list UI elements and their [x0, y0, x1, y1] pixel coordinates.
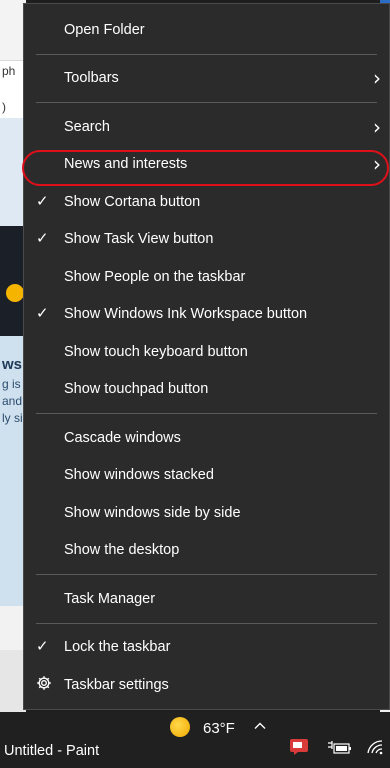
menu-item-label: Show windows side by side — [64, 505, 241, 521]
menu-separator — [36, 623, 377, 624]
menu-item-label: Show the desktop — [64, 542, 180, 558]
menu-item-lock-the-taskbar[interactable]: ✓ Lock the taskbar — [24, 632, 389, 664]
menu-item-show-task-view-button[interactable]: ✓ Show Task View button — [24, 224, 389, 256]
checkmark-icon: ✓ — [36, 305, 49, 322]
menu-item-label: Show windows stacked — [64, 467, 214, 483]
checkmark-icon: ✓ — [36, 193, 49, 210]
highlight-annotation — [22, 150, 389, 186]
chevron-right-icon: › — [373, 115, 381, 139]
checkmark-icon: ✓ — [36, 638, 49, 655]
sun-icon[interactable] — [170, 717, 190, 737]
menu-item-cascade-windows[interactable]: Cascade windows — [24, 423, 389, 455]
menu-item-label: Show touch keyboard button — [64, 344, 248, 360]
menu-item-label: Task Manager — [64, 591, 156, 607]
taskbar: Untitled - Paint 63°F — [0, 712, 390, 768]
background-line: and — [2, 394, 23, 408]
weather-temperature[interactable]: 63°F — [203, 720, 235, 737]
menu-item-show-people[interactable]: Show People on the taskbar — [24, 262, 389, 294]
menu-item-label: Show Windows Ink Workspace button — [64, 306, 308, 322]
menu-item-label: Show Task View button — [64, 231, 214, 247]
menu-item-label: Show touchpad button — [64, 381, 209, 397]
message-icon[interactable] — [289, 738, 309, 756]
chevron-right-icon: › — [373, 66, 381, 90]
menu-item-label: Show Cortana button — [64, 194, 201, 210]
checkmark-icon: ✓ — [36, 230, 49, 247]
menu-item-show-windows-side-by-side[interactable]: Show windows side by side — [24, 498, 389, 530]
menu-item-label: Cascade windows — [64, 430, 181, 446]
battery-charging-icon[interactable] — [326, 740, 352, 756]
background-lines: g is and ly si — [2, 376, 23, 427]
background-line: ly si — [2, 411, 23, 425]
taskbar-app-paint[interactable]: Untitled - Paint — [4, 743, 99, 759]
menu-separator — [36, 413, 377, 414]
menu-item-search[interactable]: Search › — [24, 112, 389, 144]
taskbar-context-menu: Open Folder Toolbars › Search › News and… — [22, 3, 390, 710]
wifi-icon[interactable] — [366, 738, 386, 756]
menu-item-show-windows-ink-workspace[interactable]: ✓ Show Windows Ink Workspace button — [24, 299, 389, 331]
gear-icon — [37, 676, 51, 690]
background-text-fragment: ) — [2, 100, 6, 114]
menu-separator — [36, 102, 377, 103]
background-text-fragment: ph — [2, 64, 16, 78]
menu-item-label: Open Folder — [64, 22, 145, 38]
menu-item-show-touchpad[interactable]: Show touchpad button — [24, 374, 389, 406]
menu-item-label: Toolbars — [64, 70, 119, 86]
menu-item-label: Taskbar settings — [64, 677, 169, 693]
menu-separator — [36, 54, 377, 55]
menu-item-task-manager[interactable]: Task Manager — [24, 584, 389, 616]
background-line: g is — [2, 377, 21, 391]
background-sun-icon — [6, 284, 24, 302]
menu-item-show-touch-keyboard[interactable]: Show touch keyboard button — [24, 337, 389, 369]
menu-item-label: Search — [64, 119, 110, 135]
menu-item-taskbar-settings[interactable]: Taskbar settings — [24, 670, 389, 702]
menu-item-toolbars[interactable]: Toolbars › — [24, 63, 389, 95]
menu-item-show-the-desktop[interactable]: Show the desktop — [24, 535, 389, 567]
menu-item-show-windows-stacked[interactable]: Show windows stacked — [24, 460, 389, 492]
menu-item-label: Lock the taskbar — [64, 639, 171, 655]
menu-separator — [36, 574, 377, 575]
menu-item-open-folder[interactable]: Open Folder — [24, 15, 389, 47]
chevron-up-icon[interactable] — [254, 720, 266, 732]
menu-item-label: Show People on the taskbar — [64, 269, 246, 285]
menu-item-show-cortana-button[interactable]: ✓ Show Cortana button — [24, 187, 389, 219]
